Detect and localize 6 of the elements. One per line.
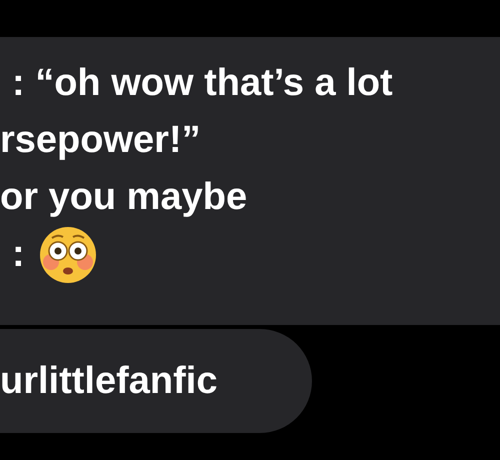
message-text: or you maybe [0, 176, 248, 219]
flushed-face-icon [38, 226, 97, 284]
message-text: : “oh wow that’s a lot [11, 62, 393, 105]
message-text: rsepower!” [0, 119, 201, 162]
message-text: : [11, 233, 25, 276]
reply-bubble: urlittlefanfic [0, 329, 312, 433]
